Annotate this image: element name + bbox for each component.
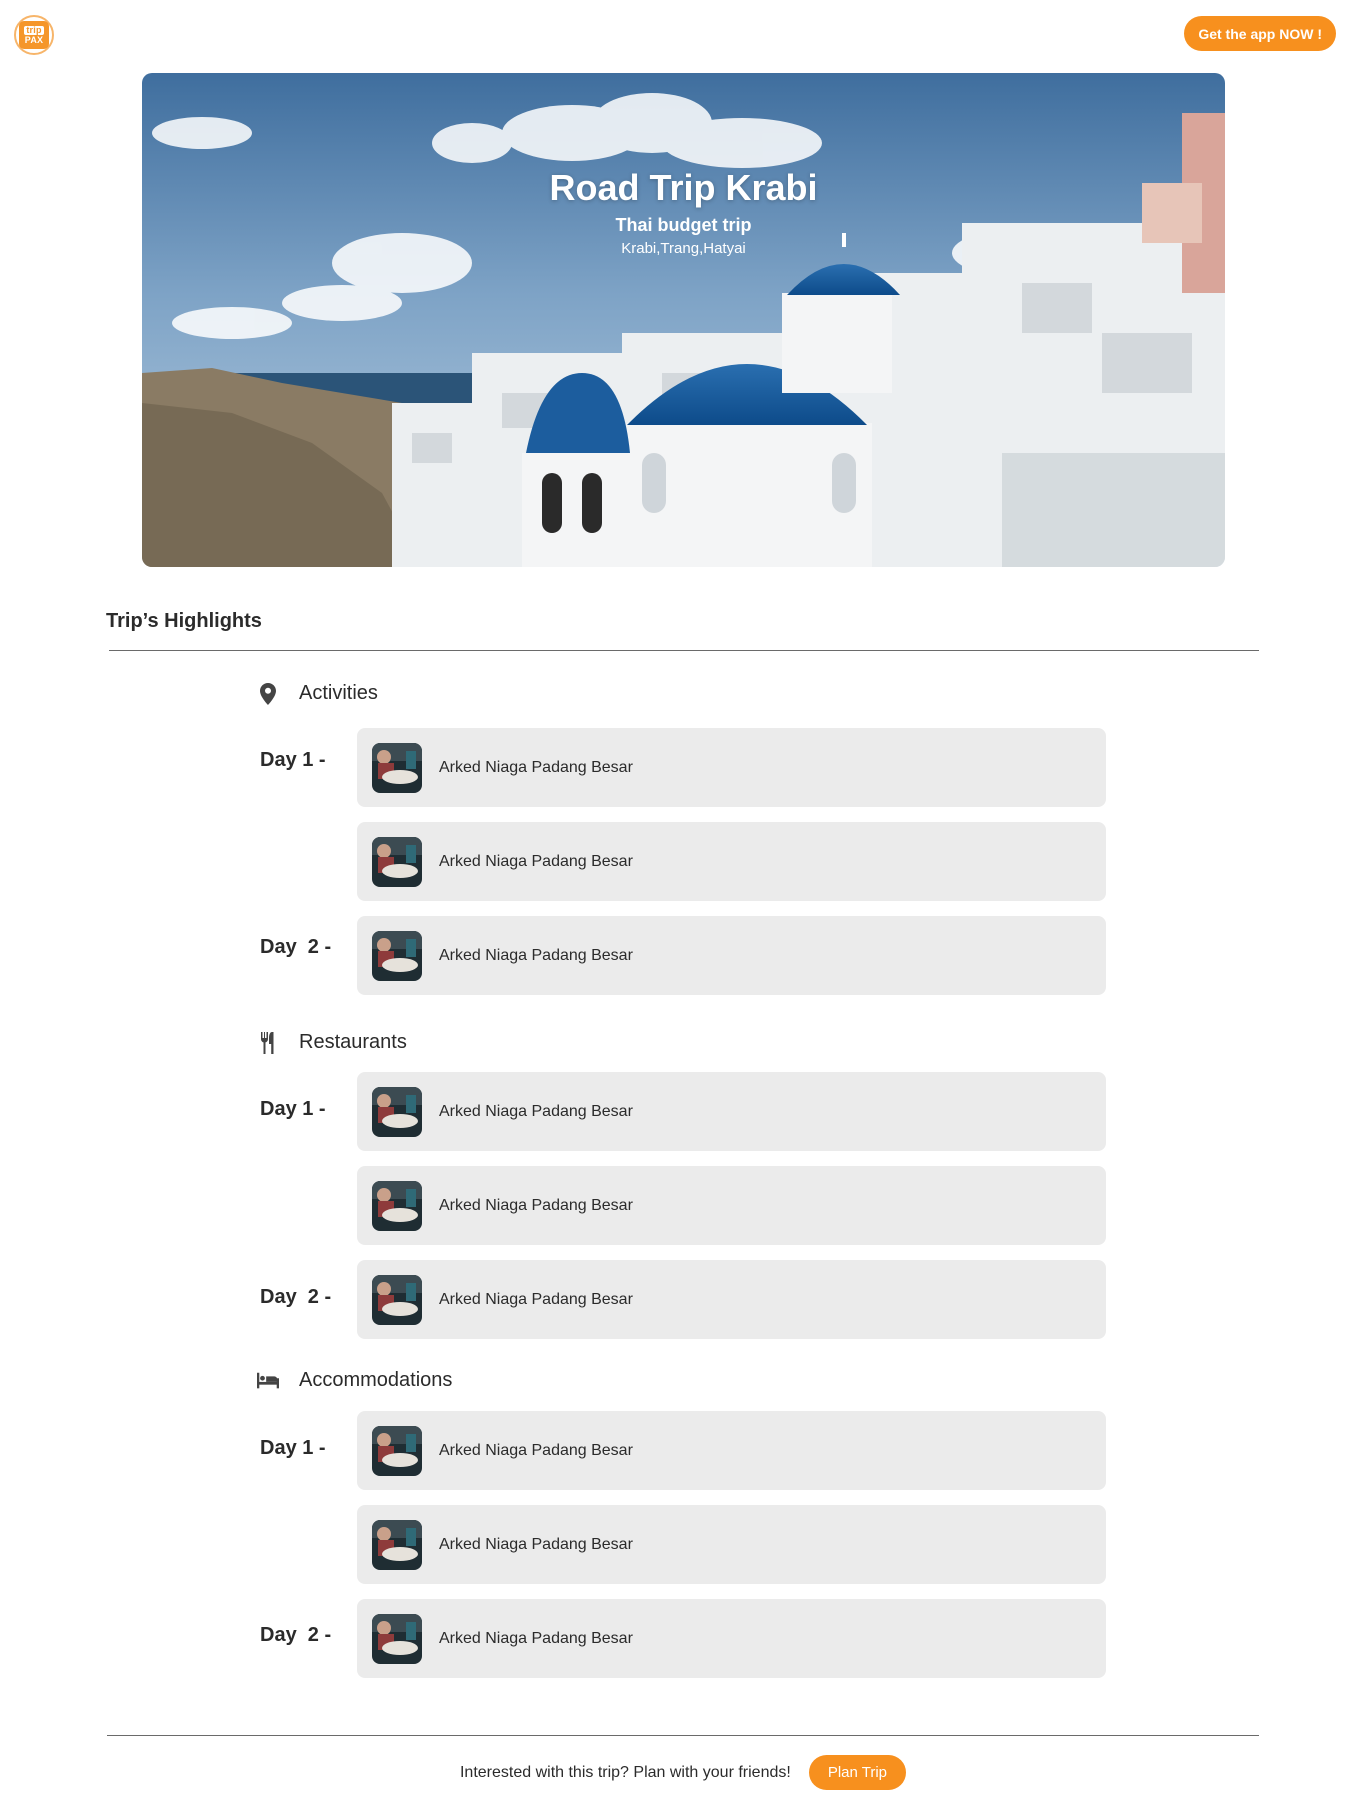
hero-image [142,73,1225,567]
category-activities: Activities [257,682,378,705]
list-item[interactable]: Arked Niaga Padang Besar [357,916,1106,995]
place-name: Arked Niaga Padang Besar [439,1441,633,1459]
place-name: Arked Niaga Padang Besar [439,1629,633,1647]
trippax-logo[interactable]: trip PAX [14,15,54,55]
day-label: Day 1 - [260,1098,326,1120]
footer-text: Interested with this trip? Plan with you… [459,1763,791,1781]
place-name: Arked Niaga Padang Besar [439,946,633,964]
place-name: Arked Niaga Padang Besar [439,1102,633,1120]
place-name: Arked Niaga Padang Besar [439,758,633,776]
category-label: Activities [299,682,378,704]
category-label: Accommodations [299,1369,453,1391]
highlights-title: Trip’s Highlights [106,610,262,632]
trip-places: Krabi,Trang,Hatyai [621,240,746,257]
place-thumbnail [372,1613,422,1664]
trip-title: Road Trip Krabi [549,167,818,208]
category-accommodations: Accommodations [257,1369,452,1392]
bed-icon [257,1370,279,1392]
list-item[interactable]: Arked Niaga Padang Besar [357,822,1106,901]
plan-trip-button[interactable]: Plan Trip [808,1755,907,1790]
place-thumbnail [372,1180,422,1231]
place-thumbnail [372,1519,422,1570]
fork-knife-icon [257,1031,279,1054]
hero-text: Road Trip Krabi Thai budget trip Krabi,T… [142,167,1225,257]
map-pin-icon [257,682,279,705]
hero-banner: Road Trip Krabi Thai budget trip Krabi,T… [142,73,1225,567]
place-thumbnail [372,836,422,887]
category-restaurants: Restaurants [257,1031,407,1054]
day-label: Day 2 - [260,936,332,958]
list-item[interactable]: Arked Niaga Padang Besar [357,1505,1106,1584]
list-item[interactable]: Arked Niaga Padang Besar [357,1166,1106,1245]
day-label: Day 1 - [260,1437,326,1459]
get-app-button[interactable]: Get the app NOW ! [1184,16,1336,51]
day-label: Day 2 - [260,1286,332,1308]
place-thumbnail [372,742,422,793]
category-label: Restaurants [299,1031,407,1053]
place-name: Arked Niaga Padang Besar [439,1196,633,1214]
day-label: Day 1 - [260,749,326,771]
highlights-divider [109,650,1259,651]
place-name: Arked Niaga Padang Besar [439,1290,633,1308]
list-item[interactable]: Arked Niaga Padang Besar [357,1411,1106,1490]
place-thumbnail [372,930,422,981]
list-item[interactable]: Arked Niaga Padang Besar [357,728,1106,807]
place-thumbnail [372,1425,422,1476]
logo-text-top: trip [24,24,44,35]
footer-divider [107,1735,1259,1736]
place-thumbnail [372,1086,422,1137]
logo-badge: trip PAX [19,21,49,49]
list-item[interactable]: Arked Niaga Padang Besar [357,1072,1106,1151]
list-item[interactable]: Arked Niaga Padang Besar [357,1260,1106,1339]
place-name: Arked Niaga Padang Besar [439,852,633,870]
footer-cta: Interested with this trip? Plan with you… [0,1755,1366,1790]
place-thumbnail [372,1274,422,1325]
list-item[interactable]: Arked Niaga Padang Besar [357,1599,1106,1678]
trip-subtitle: Thai budget trip [615,215,752,235]
place-name: Arked Niaga Padang Besar [439,1535,633,1553]
logo-text-bottom: PAX [24,34,44,45]
day-label: Day 2 - [260,1624,332,1646]
